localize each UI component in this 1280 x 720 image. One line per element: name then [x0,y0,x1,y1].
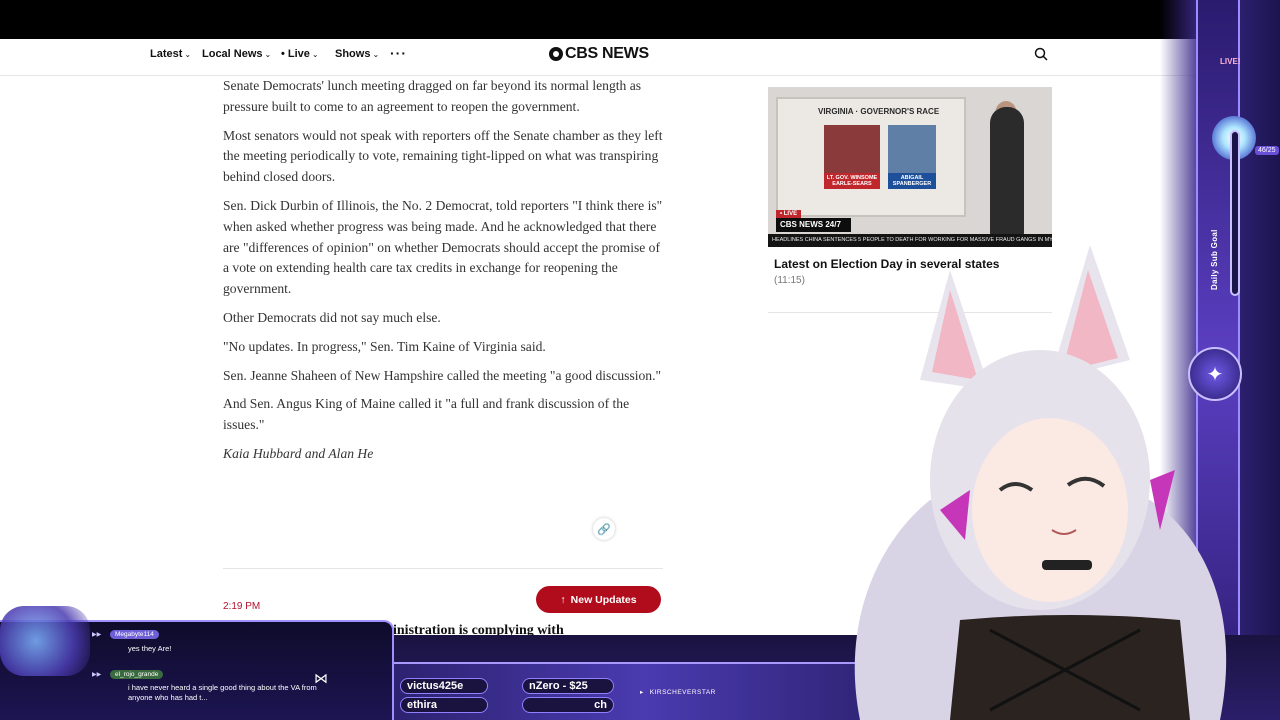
article-paragraph: Other Democrats did not say much else. [223,309,441,325]
divider [223,568,663,569]
nav-item-shows[interactable]: Shows ⌄ [335,48,379,60]
nav-item-live[interactable]: • Live ⌄ [281,48,319,60]
chat-arrow-icon: ▶▶ [92,632,102,638]
candidate-name: LT. GOV. WINSOME EARLE-SEARS [824,173,880,189]
logo-text: CBS NEWS [565,45,649,62]
ticker-pill: victus425e [400,678,488,694]
sub-goal-count: 46/25 [1255,146,1279,155]
twitter-icon: ▸ [640,689,644,696]
more-dots-icon[interactable]: ··· [390,45,407,61]
article-paragraph: Sen. Dick Durbin of Illinois, the No. 2 … [223,197,663,297]
chat-arrow-icon: ▶▶ [92,672,102,678]
top-black-bar [0,0,1280,39]
search-icon[interactable] [1034,47,1048,61]
update-time: 2:19 PM [223,601,261,612]
article-byline: Kaia Hubbard and Alan He [223,445,374,461]
ticker-pill: ch [522,697,614,713]
candidate-name: ABIGAIL SPANBERGER [888,173,936,189]
overlay-live-badge: LIVE! [1220,57,1241,66]
article-body: Senate Democrats' lunch meeting dragged … [223,76,668,473]
ticker-pill: nZero - $25 [522,678,614,694]
article-paragraph: Sen. Jeanne Shaheen of New Hampshire cal… [223,367,662,383]
chevron-down-icon: ⌄ [311,50,319,59]
chevron-down-icon: ⌄ [184,50,192,59]
vtuber-avatar [854,245,1227,720]
bow-icon: ⋈ [314,670,328,686]
video-duration: (11:15) [774,275,805,286]
new-updates-button[interactable]: ↑ New Updates [536,586,661,613]
video-thumbnail[interactable]: VIRGINIA · GOVERNOR'S RACE LT. GOV. WINS… [768,87,1052,247]
chat-username: el_rojo_grande [110,670,164,679]
video-brand: CBS NEWS 24/7 [776,218,851,232]
cbs-eye-icon [549,47,563,61]
ticker-pill: ethira [400,697,488,713]
chat-message: yes they Are! [128,644,172,653]
chat-message: i have never heard a single good thing a… [128,683,317,702]
link-icon[interactable]: 🔗 [593,518,615,540]
chat-mascot-icon [0,606,90,676]
article-paragraph: Senate Democrats' lunch meeting dragged … [223,78,642,114]
chevron-down-icon: ⌄ [372,50,380,59]
article-paragraph: And Sen. Angus King of Maine called it "… [223,396,630,433]
anchor-figure [990,107,1024,237]
nav-item-latest[interactable]: Latest ⌄ [150,48,191,60]
article-paragraph: "No updates. In progress," Sen. Tim Kain… [223,338,546,354]
site-nav: Latest ⌄ Local News ⌄ • Live ⌄ Shows ⌄ ··· C… [0,39,1280,76]
next-headline[interactable]: inistration is complying with [393,623,564,635]
cbs-news-logo[interactable]: CBS NEWS [549,45,649,63]
arrow-up-icon: ↑ [560,593,566,606]
chat-username: Megabyte114 [110,630,159,639]
video-board-title: VIRGINIA · GOVERNOR'S RACE [818,107,940,116]
article-paragraph: Most senators would not speak with repor… [223,127,663,185]
social-handle: ▸ KIRSCHEVERSTAR [640,689,716,696]
live-badge: • LIVE [776,210,802,218]
nav-item-local-news[interactable]: Local News ⌄ [202,48,271,60]
chevron-down-icon: ⌄ [264,50,272,59]
